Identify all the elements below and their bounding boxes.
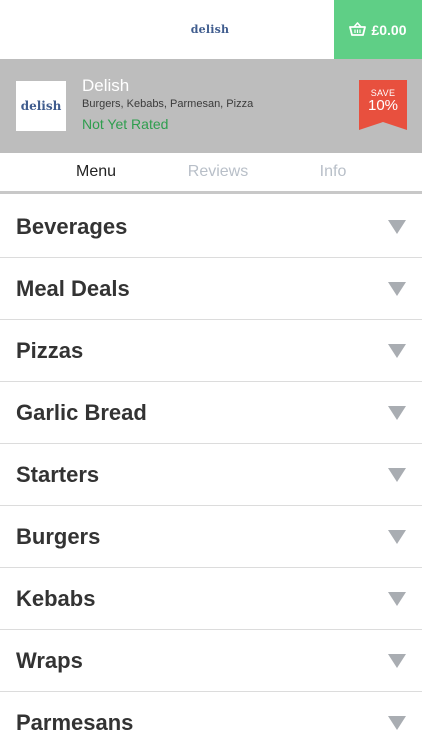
restaurant-rating: Not Yet Rated (82, 116, 169, 132)
tab-bar: Menu Reviews Info (0, 153, 422, 194)
menu-category-starters[interactable]: Starters (0, 444, 422, 506)
menu-category-list: Beverages Meal Deals Pizzas Garlic Bread… (0, 196, 422, 750)
menu-category-label: Parmesans (16, 709, 134, 735)
restaurant-header: delish Delish Burgers, Kebabs, Parmesan,… (0, 59, 422, 153)
chevron-down-icon (388, 219, 406, 234)
header-logo-text: delish (190, 23, 230, 36)
basket-icon (349, 22, 367, 36)
menu-category-label: Garlic Bread (16, 399, 147, 425)
menu-category-label: Beverages (16, 213, 128, 239)
chevron-down-icon (388, 529, 406, 544)
chevron-down-icon (388, 467, 406, 482)
menu-category-parmesans[interactable]: Parmesans (0, 692, 422, 750)
menu-category-garlic-bread[interactable]: Garlic Bread (0, 382, 422, 444)
menu-category-kebabs[interactable]: Kebabs (0, 568, 422, 630)
menu-category-label: Wraps (16, 647, 83, 673)
menu-category-pizzas[interactable]: Pizzas (0, 320, 422, 382)
tab-info[interactable]: Info (288, 153, 378, 191)
discount-value: 10% (367, 97, 399, 114)
restaurant-logo-text: delish (20, 99, 62, 113)
chevron-down-icon (388, 653, 406, 668)
chevron-down-icon (388, 715, 406, 730)
menu-category-meal-deals[interactable]: Meal Deals (0, 258, 422, 320)
chevron-down-icon (388, 281, 406, 296)
restaurant-cuisines: Burgers, Kebabs, Parmesan, Pizza (82, 98, 254, 110)
basket-button[interactable]: £0.00 (334, 0, 422, 59)
top-bar: delish £0.00 (0, 0, 422, 59)
restaurant-name: Delish (82, 76, 130, 95)
menu-category-label: Kebabs (16, 585, 96, 611)
menu-category-label: Meal Deals (16, 275, 130, 301)
menu-category-beverages[interactable]: Beverages (0, 196, 422, 258)
header-logo[interactable]: delish (0, 0, 334, 59)
restaurant-logo: delish (16, 81, 66, 131)
menu-category-wraps[interactable]: Wraps (0, 630, 422, 692)
menu-category-burgers[interactable]: Burgers (0, 506, 422, 568)
chevron-down-icon (388, 405, 406, 420)
tab-reviews[interactable]: Reviews (164, 153, 272, 191)
basket-total: £0.00 (371, 21, 407, 38)
menu-category-label: Starters (16, 461, 100, 487)
chevron-down-icon (388, 343, 406, 358)
chevron-down-icon (388, 591, 406, 606)
discount-badge: SAVE 10% (359, 80, 407, 130)
tab-menu[interactable]: Menu (48, 153, 144, 191)
menu-category-label: Burgers (16, 523, 101, 549)
menu-category-label: Pizzas (16, 337, 84, 363)
